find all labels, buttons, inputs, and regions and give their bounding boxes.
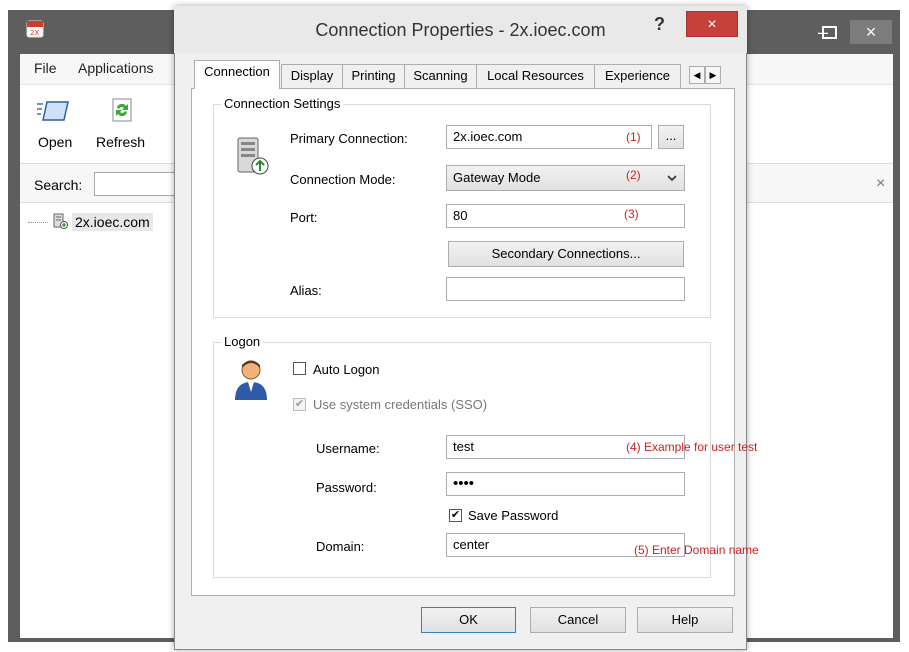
connection-mode-select[interactable]: Gateway Mode [446,165,685,191]
alias-label: Alias: [290,283,322,298]
search-input[interactable] [94,172,184,196]
search-clear-icon[interactable]: × [876,175,885,193]
server-icon [236,136,272,181]
connection-mode-label: Connection Mode: [290,172,396,187]
menu-applications[interactable]: Applications [78,60,154,76]
connection-settings-title: Connection Settings [221,96,344,111]
sso-checkbox[interactable]: ✔ [293,398,306,411]
cancel-button[interactable]: Cancel [530,607,626,633]
search-label: Search: [34,177,83,193]
annotation-2: (2) [626,168,641,182]
svg-text:2X: 2X [30,29,39,37]
alias-input[interactable] [446,277,685,301]
annotation-5: (5) Enter Domain name [634,543,759,557]
annotation-3: (3) [624,207,639,221]
annotation-4: (4) Example for user test [626,440,758,454]
help-button[interactable]: Help [637,607,733,633]
browse-button[interactable]: ... [658,125,684,149]
port-label: Port: [290,210,318,225]
tab-experience[interactable]: Experience [594,64,681,88]
tree-connector [28,221,48,223]
tab-connection[interactable]: Connection [194,60,280,89]
domain-label: Domain: [316,539,365,554]
tab-scanning[interactable]: Scanning [404,64,477,88]
ok-button[interactable]: OK [421,607,516,633]
password-label: Password: [316,480,377,495]
tree-item-label: 2x.ioec.com [72,213,153,231]
password-input[interactable]: •••• [446,472,685,496]
port-input[interactable]: 80 [446,204,685,228]
app-logo-icon: 2X [26,20,44,38]
tab-printing[interactable]: Printing [342,64,405,88]
help-icon[interactable]: ? [654,14,665,35]
tab-scroll-right-icon[interactable]: ▶ [705,66,721,84]
tree-item[interactable]: 2x.ioec.com [28,212,153,232]
open-icon[interactable] [36,98,70,127]
tab-local-resources[interactable]: Local Resources [476,64,595,88]
refresh-button[interactable]: Refresh [96,134,145,150]
save-password-label[interactable]: Save Password [468,508,558,523]
main-close-button[interactable]: × [850,20,892,44]
save-password-checkbox[interactable]: ✔ [449,509,462,522]
dialog-close-button[interactable]: × [686,11,738,37]
primary-connection-input[interactable]: 2x.ioec.com [446,125,652,149]
username-label: Username: [316,441,380,456]
maximize-button[interactable] [814,20,844,44]
tab-display[interactable]: Display [281,64,343,88]
open-button[interactable]: Open [38,134,72,150]
connection-server-icon [52,213,68,232]
chevron-down-icon [666,171,678,186]
secondary-connections-button[interactable]: Secondary Connections... [448,241,684,267]
tab-scroll-left-icon[interactable]: ◀ [689,66,705,84]
menu-file[interactable]: File [34,60,57,76]
auto-logon-label[interactable]: Auto Logon [313,362,380,377]
refresh-icon[interactable] [112,98,132,125]
auto-logon-checkbox[interactable] [293,362,306,375]
user-avatar-icon [232,358,270,405]
primary-connection-label: Primary Connection: [290,131,408,146]
annotation-1: (1) [626,130,641,144]
logon-title: Logon [221,334,264,349]
sso-label[interactable]: Use system credentials (SSO) [313,397,487,412]
